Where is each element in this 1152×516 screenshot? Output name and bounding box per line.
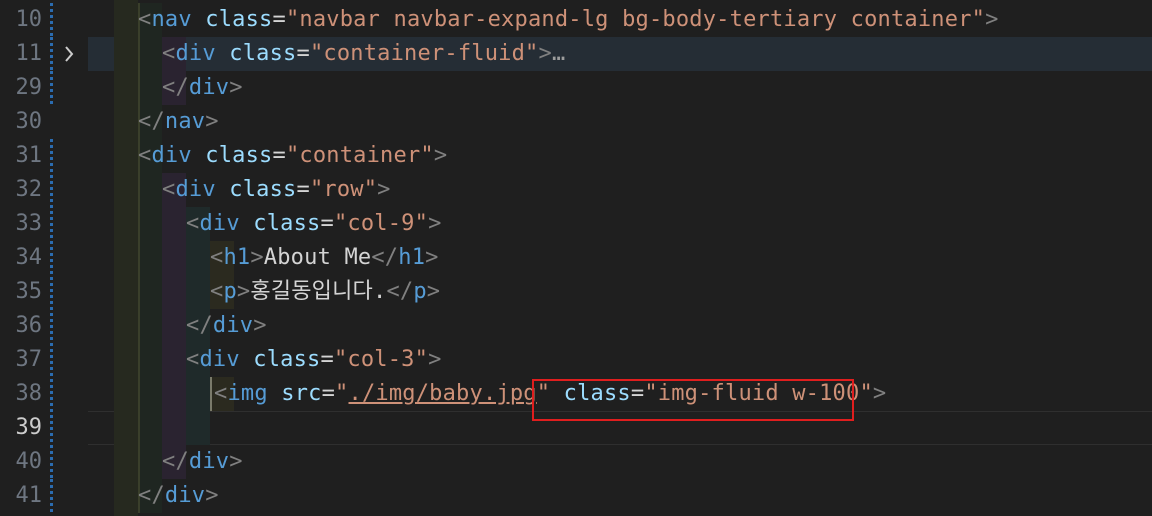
- code-line-29[interactable]: </div>: [162, 71, 243, 105]
- attribute-name: class: [205, 7, 273, 32]
- attribute-name: class: [229, 41, 297, 66]
- chevron-right-icon[interactable]: [60, 37, 78, 71]
- tag-name: h1: [398, 245, 426, 270]
- code-line-34[interactable]: <h1>About Me</h1>: [210, 241, 439, 275]
- tag-name: p: [413, 279, 427, 304]
- code-line-31[interactable]: <div class="container">: [138, 139, 447, 173]
- line-number: 11: [15, 41, 43, 66]
- code-line-41[interactable]: </div>: [138, 479, 219, 513]
- code-area[interactable]: <nav class="navbar navbar-expand-lg bg-b…: [88, 0, 1152, 516]
- attribute-name: class: [205, 143, 273, 168]
- tag-name: div: [199, 211, 240, 236]
- indent-guide: [138, 3, 162, 513]
- tag-name: div: [199, 347, 240, 372]
- code-line-30[interactable]: </nav>: [138, 105, 219, 139]
- quote: ": [335, 381, 349, 406]
- indent-guide: [162, 173, 186, 479]
- git-modified-indicator[interactable]: [50, 479, 53, 513]
- line-number-active: 39: [15, 415, 43, 440]
- code-editor[interactable]: 10 11 29 30 31 32 33 34 35 36 37 38 39 4…: [0, 0, 1152, 516]
- attribute-value: "container": [285, 143, 434, 168]
- attribute-name: class: [253, 211, 321, 236]
- attribute-name: class: [229, 177, 297, 202]
- git-modified-indicator[interactable]: [50, 139, 53, 479]
- code-line-35[interactable]: <p>홍길동입니다.</p>: [210, 275, 440, 309]
- line-number: 33: [15, 211, 43, 236]
- attribute-value: "col-9": [333, 211, 429, 236]
- line-number: 30: [15, 109, 43, 134]
- attribute-value: "row": [309, 177, 378, 202]
- attribute-value: "container-fluid": [309, 41, 539, 66]
- tag-name: img: [227, 381, 268, 406]
- tag-name: p: [223, 279, 237, 304]
- code-line-11[interactable]: <div class="container-fluid">…: [162, 37, 565, 71]
- tag-name: nav: [164, 109, 206, 134]
- text-content: About Me: [263, 245, 372, 270]
- indent-guide: [138, 3, 140, 513]
- text-content: 홍길동입니다.: [250, 279, 387, 304]
- tag-name: div: [212, 313, 254, 338]
- tag-name: div: [188, 449, 230, 474]
- line-number: 41: [15, 483, 43, 508]
- attribute-value: "navbar navbar-expand-lg bg-body-tertiar…: [285, 7, 986, 32]
- tag-name: nav: [151, 7, 192, 32]
- code-line-32[interactable]: <div class="row">: [162, 173, 391, 207]
- line-number: 31: [15, 143, 43, 168]
- tag-name: div: [175, 177, 216, 202]
- line-number: 40: [15, 449, 43, 474]
- attribute-name: src: [281, 381, 322, 406]
- line-number: 36: [15, 313, 43, 338]
- code-line-36[interactable]: </div>: [186, 309, 267, 343]
- line-number: 35: [15, 279, 43, 304]
- line-number: 29: [15, 75, 43, 100]
- code-line-10[interactable]: <nav class="navbar navbar-expand-lg bg-b…: [138, 3, 999, 37]
- git-modified-indicator[interactable]: [50, 3, 53, 37]
- attribute-name: class: [253, 347, 321, 372]
- line-number: 10: [15, 7, 43, 32]
- tag-name: div: [175, 41, 216, 66]
- git-modified-indicator[interactable]: [50, 37, 53, 71]
- tag-name: h1: [223, 245, 251, 270]
- file-path-link[interactable]: ./img/baby.jpg: [349, 381, 537, 406]
- code-line-37[interactable]: <div class="col-3">: [186, 343, 442, 377]
- line-number: 38: [15, 381, 43, 406]
- code-line-33[interactable]: <div class="col-9">: [186, 207, 442, 241]
- annotation-highlight-box: [532, 379, 854, 421]
- tag-name: div: [188, 75, 230, 100]
- tag-name: div: [164, 483, 206, 508]
- line-number: 37: [15, 347, 43, 372]
- indent-guide: [114, 0, 138, 516]
- attribute-value: "col-3": [333, 347, 429, 372]
- code-line-40[interactable]: </div>: [162, 445, 243, 479]
- line-number: 32: [15, 177, 43, 202]
- git-modified-indicator[interactable]: [50, 71, 53, 105]
- line-number-gutter: 10 11 29 30 31 32 33 34 35 36 37 38 39 4…: [0, 0, 88, 516]
- tag-name: div: [151, 143, 192, 168]
- folded-ellipsis[interactable]: …: [552, 41, 565, 66]
- indent-guide: [210, 377, 212, 411]
- line-number: 34: [15, 245, 43, 270]
